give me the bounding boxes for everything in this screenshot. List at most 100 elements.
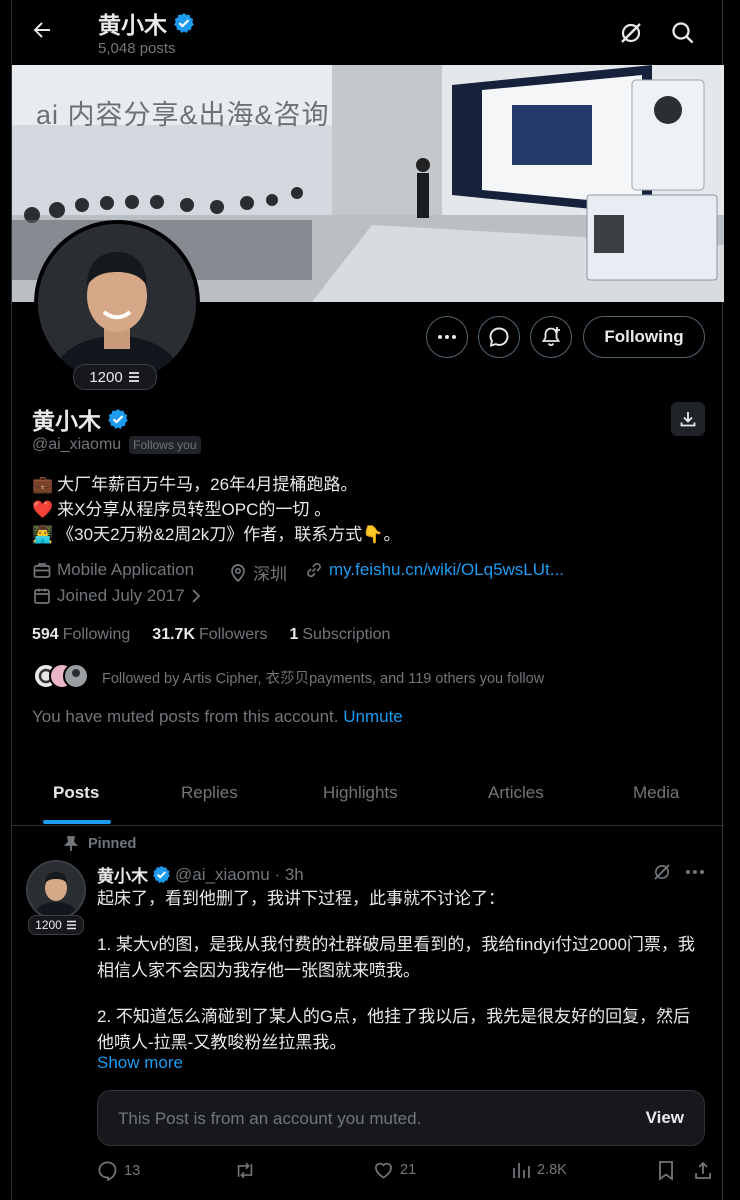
views-chart-icon [513, 1163, 530, 1178]
like-button[interactable]: 21 [373, 1160, 416, 1180]
message-button[interactable] [478, 316, 520, 358]
following-count: 594 [32, 626, 59, 643]
download-icon [680, 412, 696, 427]
avatar-badge-count: 1200 [89, 368, 123, 386]
share-button[interactable] [693, 1160, 713, 1181]
search-icon[interactable] [670, 20, 700, 50]
profile-category: Mobile Application [32, 560, 194, 580]
post-body: 起床了，看到他删了，我讲下过程，此事就不讨论了： 1. 某大v的图，是我从我付费… [97, 886, 707, 1056]
repost-icon [237, 1162, 253, 1179]
post-actions: 13 21 2.8K [97, 1160, 711, 1190]
bio-line: 💼 大厂年薪百万牛马，26年4月提桶跑路。 [32, 472, 400, 497]
bio-text: 来X分享从程序员转型OPC的一切 。 [57, 500, 332, 519]
profile-stats: 594 Following 31.7K Followers 1 Subscriptio… [32, 626, 390, 644]
subscription-label: Subscription [302, 626, 391, 643]
profile-handle-row: @ai_xiaomu Follows you [32, 436, 201, 454]
post-avatar-badge: 1200 [28, 915, 84, 935]
bio-line: ❤️ 来X分享从程序员转型OPC的一切 。 [32, 497, 400, 522]
followers-label: Followers [199, 626, 268, 643]
tab-posts[interactable]: Posts [53, 783, 99, 803]
download-button[interactable] [671, 402, 705, 436]
subscription-stat[interactable]: 1 Subscription [289, 626, 390, 644]
profile-joined[interactable]: Joined July 2017 [32, 586, 202, 606]
briefcase-emoji: 💼 [32, 475, 54, 494]
views-count: 2.8K [537, 1162, 567, 1178]
website-link[interactable]: my.feishu.cn/wiki/OLq5wsLUt... [329, 560, 564, 580]
profile-website[interactable]: my.feishu.cn/wiki/OLq5wsLUt... [304, 560, 564, 580]
technologist-emoji: 👨‍💻 [32, 525, 54, 544]
profile-avatar[interactable] [34, 220, 200, 386]
following-stat[interactable]: 594 Following [32, 626, 130, 644]
profile-handle: @ai_xiaomu [32, 436, 122, 453]
category-text: Mobile Application [57, 560, 195, 579]
post-paragraph: 2. 不知道怎么滴碰到了某人的G点，他挂了我以后，我先是很友好的回复，然后他喷人… [97, 1007, 691, 1052]
post-author-avatar[interactable] [26, 860, 86, 920]
muted-posts-notice: You have muted posts from this account. … [32, 707, 403, 727]
pin-icon [64, 836, 78, 851]
following-button[interactable]: Following [583, 316, 705, 358]
followed-by-avatars[interactable] [32, 661, 92, 691]
follows-you-badge: Follows you [129, 436, 201, 454]
subscription-count: 1 [289, 626, 299, 643]
profile-page: 黄小木 5,048 posts ai 内容分享&出海&咨询 1200 Follo… [11, 0, 724, 1200]
like-count: 21 [400, 1162, 417, 1178]
post-paragraph: 1. 某大v的图，是我从我付费的社群破局里看到的，我给findyi付过2000门… [97, 935, 695, 980]
header-title: 黄小木 [98, 6, 195, 40]
post-handle-time[interactable]: @ai_xiaomu · 3h [175, 865, 304, 885]
muted-post-card: This Post is from an account you muted. … [97, 1090, 705, 1146]
post-header: 黄小木 @ai_xiaomu · 3h [97, 862, 304, 887]
reply-button[interactable]: 13 [97, 1160, 140, 1181]
pinned-text: Pinned [88, 836, 137, 852]
followed-by-text[interactable]: Followed by Artis Cipher, 衣莎贝payments, a… [102, 667, 544, 688]
header-name: 黄小木 [98, 12, 167, 38]
bio-text: 大厂年薪百万牛马，26年4月提桶跑路。 [57, 475, 358, 494]
calendar-icon [34, 588, 50, 604]
tab-highlights[interactable]: Highlights [323, 783, 398, 803]
avatar-badge: 1200 [73, 364, 157, 390]
post-paragraph: 起床了，看到他删了，我讲下过程，此事就不讨论了： [97, 889, 505, 908]
verified-badge-icon [173, 12, 195, 34]
verified-badge-icon [152, 865, 171, 884]
bookmark-button[interactable] [657, 1160, 675, 1181]
reply-count: 13 [124, 1162, 141, 1179]
view-button[interactable]: View [646, 1108, 684, 1128]
stack-icon [127, 371, 141, 383]
post-more-icon[interactable] [685, 869, 705, 875]
back-arrow-icon[interactable] [30, 18, 70, 48]
bell-plus-icon [541, 327, 561, 346]
notifications-button[interactable] [530, 316, 572, 358]
profile-display-name: 黄小木 [32, 408, 101, 434]
post-author-name[interactable]: 黄小木 [97, 862, 148, 887]
grok-post-icon[interactable] [652, 862, 672, 882]
profile-bio: 💼 大厂年薪百万牛马，26年4月提桶跑路。 ❤️ 来X分享从程序员转型OPC的一… [32, 472, 400, 547]
more-dots-icon [438, 335, 456, 339]
post-avatar-badge-count: 1200 [35, 918, 62, 932]
more-options-button[interactable] [426, 316, 468, 358]
bio-line: 👨‍💻 《30天2万粉&2周2k刀》作者，联系方式👇。 [32, 522, 400, 547]
muted-card-text: This Post is from an account you muted. [118, 1109, 422, 1128]
chat-bubble-icon [489, 327, 509, 347]
show-more-link[interactable]: Show more [97, 1053, 183, 1073]
link-icon [307, 562, 321, 578]
tab-replies[interactable]: Replies [181, 783, 238, 803]
views-button[interactable]: 2.8K [511, 1160, 567, 1180]
posts-count: 5,048 posts [98, 40, 176, 57]
tab-media[interactable]: Media [633, 783, 679, 803]
followers-stat[interactable]: 31.7K Followers [152, 626, 267, 644]
chevron-right-icon [191, 589, 200, 603]
briefcase-icon [33, 563, 51, 578]
muted-note-text: You have muted posts from this account. [32, 707, 339, 726]
share-icon [695, 1161, 711, 1179]
profile-tabs: Posts Replies Highlights Articles Media [12, 770, 724, 826]
pinned-label: Pinned [64, 836, 136, 852]
reply-icon [98, 1161, 117, 1181]
banner-text: ai 内容分享&出海&咨询 [36, 100, 330, 130]
tab-articles[interactable]: Articles [488, 783, 544, 803]
location-pin-icon [231, 563, 245, 582]
repost-button[interactable] [234, 1160, 262, 1181]
profile-name: 黄小木 [32, 402, 129, 436]
verified-badge-icon [107, 408, 129, 430]
bio-text: 《30天2万粉&2周2k刀》作者，联系方式👇。 [57, 525, 401, 544]
unmute-link[interactable]: Unmute [343, 707, 403, 726]
grok-icon[interactable] [618, 20, 648, 50]
